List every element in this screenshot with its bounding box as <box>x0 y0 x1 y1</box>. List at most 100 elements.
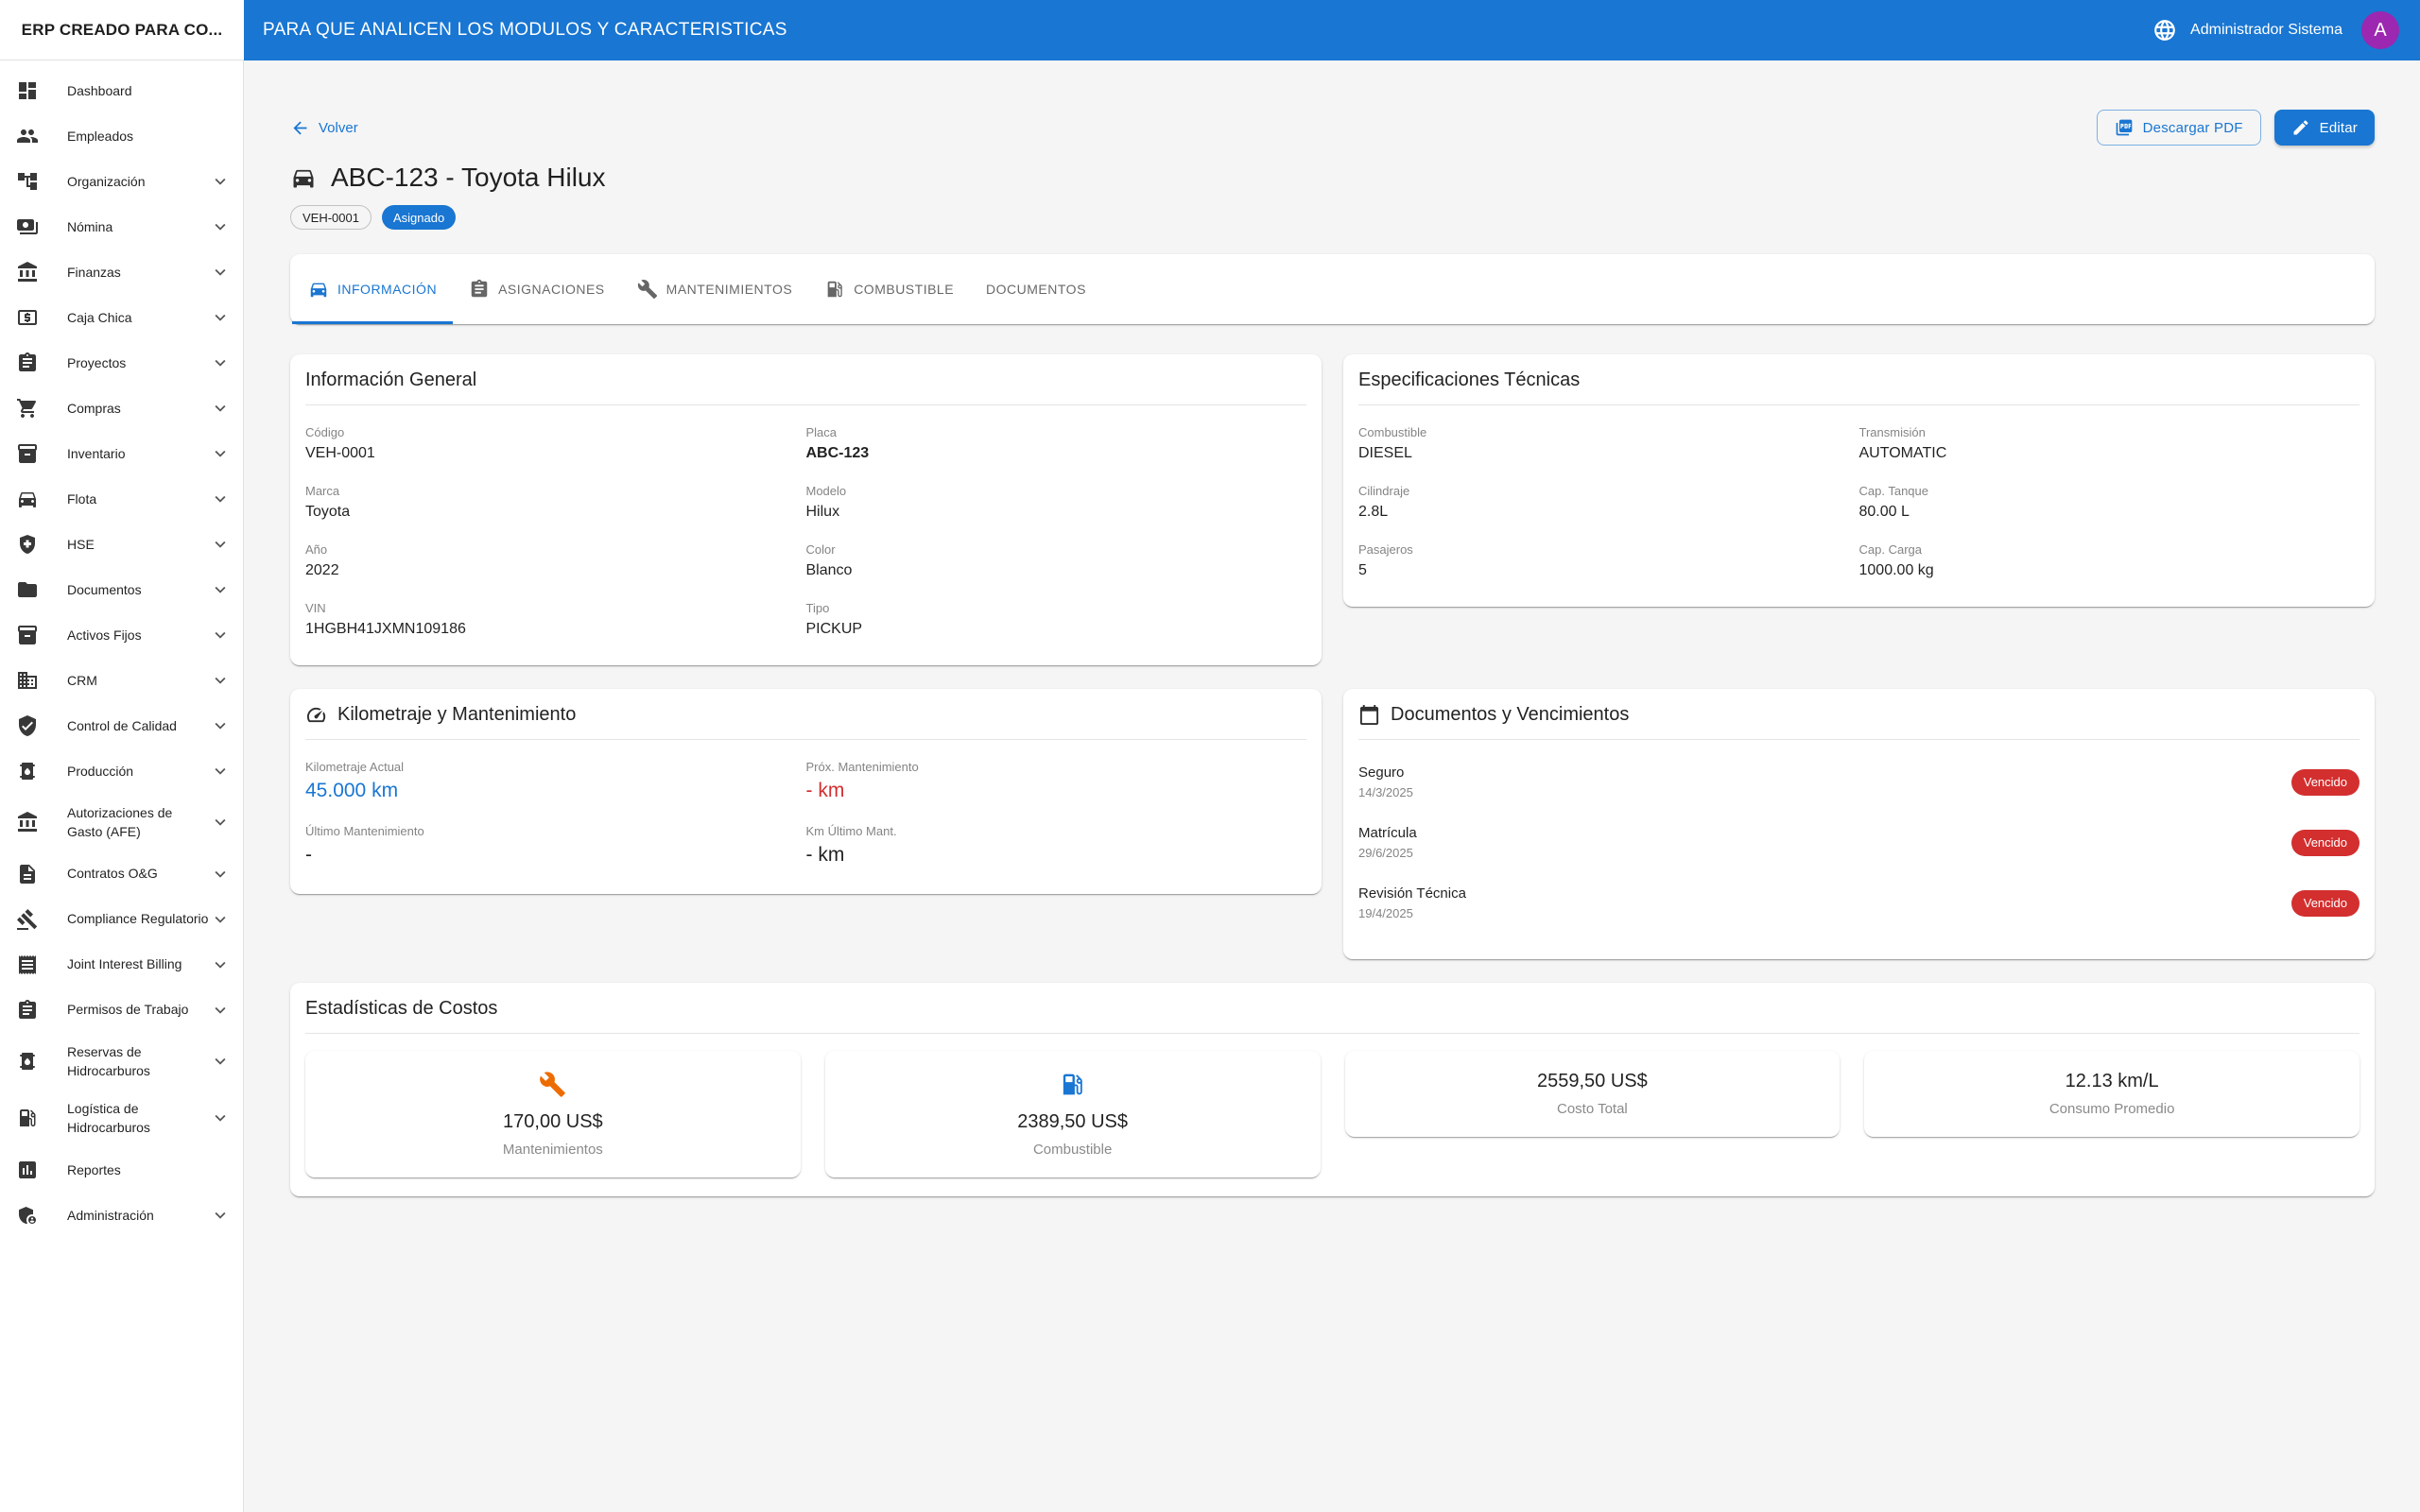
sidebar-item-reportes[interactable]: Reportes <box>0 1147 243 1193</box>
mileage-card: Kilometraje y Mantenimiento Kilometraje … <box>290 689 1322 894</box>
bank-icon <box>16 811 39 833</box>
field-label: Placa <box>806 425 1307 439</box>
field-label: VIN <box>305 601 806 615</box>
mileage-fields: Kilometraje Actual 45.000 km Próx. Mante… <box>290 740 1322 894</box>
card-header: Especificaciones Técnicas <box>1343 354 2375 404</box>
car-icon <box>290 164 317 191</box>
edit-pencil-icon <box>2291 118 2310 137</box>
building-icon <box>16 669 39 692</box>
chevron-down-icon <box>210 864 231 885</box>
appbar: PARA QUE ANALICEN LOS MODULOS Y CARACTER… <box>244 0 2420 60</box>
document-date: 14/3/2025 <box>1358 785 1413 799</box>
header-actions: Descargar PDF Editar <box>2097 110 2375 146</box>
document-name: Seguro <box>1358 765 1413 781</box>
chevron-down-icon <box>210 579 231 600</box>
appbar-right: Administrador Sistema A <box>2152 11 2399 49</box>
people-icon <box>16 125 39 147</box>
tab-documentos[interactable]: DOCUMENTOS <box>970 254 1102 324</box>
sidebar-item-proyectos[interactable]: Proyectos <box>0 340 243 386</box>
general-info-fields: Código VEH-0001 Placa ABC-123 Marca Toyo… <box>290 405 1322 665</box>
chevron-down-icon <box>210 812 231 833</box>
download-pdf-button[interactable]: Descargar PDF <box>2097 110 2261 146</box>
tab-mantenimientos[interactable]: MANTENIMIENTOS <box>621 254 809 324</box>
field-label: Pasajeros <box>1358 542 1859 557</box>
document-info: Matrícula 29/6/2025 <box>1358 825 1417 860</box>
chevron-down-icon <box>210 954 231 975</box>
field-anio: Año 2022 <box>305 542 806 579</box>
tab-combustible[interactable]: COMBUSTIBLE <box>808 254 970 324</box>
sidebar-item-flota[interactable]: Flota <box>0 476 243 522</box>
brand-title: ERP CREADO PARA CO... <box>22 21 223 40</box>
field-transmision: Transmisión AUTOMATIC <box>1859 425 2360 462</box>
app-brand: ERP CREADO PARA CO... <box>0 0 244 60</box>
sidebar-item-reservas[interactable]: Reservas de Hidrocarburos <box>0 1033 243 1091</box>
field-marca: Marca Toyota <box>305 484 806 521</box>
sidebar-item-permisos[interactable]: Permisos de Trabajo <box>0 988 243 1033</box>
field-km-actual: Kilometraje Actual 45.000 km <box>305 760 806 802</box>
chevron-down-icon <box>210 262 231 283</box>
calendar-icon <box>1358 704 1380 726</box>
sidebar-item-label: Producción <box>67 762 210 781</box>
field-label: Color <box>806 542 1307 557</box>
car-icon <box>308 279 329 300</box>
chevron-down-icon <box>210 489 231 509</box>
avatar[interactable]: A <box>2361 11 2399 49</box>
field-value: 45.000 km <box>305 780 806 802</box>
field-value: 1000.00 kg <box>1859 562 2360 579</box>
sidebar-item-nomina[interactable]: Nómina <box>0 204 243 249</box>
sidebar-item-control-calidad[interactable]: Control de Calidad <box>0 703 243 748</box>
org-tree-icon <box>16 170 39 193</box>
sidebar-item-inventario[interactable]: Inventario <box>0 431 243 476</box>
document-name: Matrícula <box>1358 825 1417 841</box>
tab-label: ASIGNACIONES <box>498 282 605 297</box>
sidebar-item-compliance[interactable]: Compliance Regulatorio <box>0 897 243 942</box>
tab-label: DOCUMENTOS <box>986 282 1086 297</box>
tab-informacion[interactable]: INFORMACIÓN <box>292 254 453 324</box>
clipboard-icon <box>16 999 39 1022</box>
field-label: Cilindraje <box>1358 484 1859 498</box>
sidebar-item-activos-fijos[interactable]: Activos Fijos <box>0 612 243 658</box>
sidebar-item-hse[interactable]: HSE <box>0 522 243 567</box>
sidebar-item-finanzas[interactable]: Finanzas <box>0 249 243 295</box>
expired-badge: Vencido <box>2291 830 2360 856</box>
field-vin: VIN 1HGBH41JXMN109186 <box>305 601 806 638</box>
field-modelo: Modelo Hilux <box>806 484 1307 521</box>
sidebar: Dashboard Empleados Organización Nómina … <box>0 60 244 1512</box>
stat-label: Combustible <box>838 1142 1307 1158</box>
sidebar-item-dashboard[interactable]: Dashboard <box>0 68 243 113</box>
field-label: Código <box>305 425 806 439</box>
card-title: Información General <box>305 369 476 391</box>
clipboard-icon <box>469 279 490 300</box>
field-label: Tipo <box>806 601 1307 615</box>
sidebar-item-organizacion[interactable]: Organización <box>0 159 243 204</box>
sidebar-item-contratos-og[interactable]: Contratos O&G <box>0 851 243 897</box>
document-info: Seguro 14/3/2025 <box>1358 765 1413 799</box>
sidebar-item-logistica[interactable]: Logística de Hidrocarburos <box>0 1090 243 1147</box>
sidebar-item-label: Nómina <box>67 217 210 236</box>
document-date: 19/4/2025 <box>1358 906 1466 920</box>
sidebar-item-empleados[interactable]: Empleados <box>0 113 243 159</box>
globe-icon[interactable] <box>2152 18 2177 43</box>
tab-asignaciones[interactable]: ASIGNACIONES <box>453 254 621 324</box>
fuel-pump-icon <box>1059 1071 1086 1098</box>
sidebar-item-documentos[interactable]: Documentos <box>0 567 243 612</box>
back-link[interactable]: Volver <box>290 118 358 138</box>
topbar: ERP CREADO PARA CO... PARA QUE ANALICEN … <box>0 0 2420 60</box>
sidebar-item-compras[interactable]: Compras <box>0 386 243 431</box>
field-value: - km <box>806 844 1307 867</box>
expired-badge: Vencido <box>2291 769 2360 796</box>
edit-button[interactable]: Editar <box>2274 110 2375 146</box>
field-value: 1HGBH41JXMN109186 <box>305 621 806 638</box>
stat-mantenimientos: 170,00 US$ Mantenimientos <box>305 1051 801 1177</box>
sidebar-item-administracion[interactable]: Administración <box>0 1193 243 1238</box>
documents-card: Documentos y Vencimientos Seguro 14/3/20… <box>1343 689 2375 959</box>
sidebar-item-produccion[interactable]: Producción <box>0 748 243 794</box>
sidebar-item-jib[interactable]: Joint Interest Billing <box>0 942 243 988</box>
inventory-icon <box>16 624 39 646</box>
sidebar-item-caja-chica[interactable]: Caja Chica <box>0 295 243 340</box>
sidebar-item-afe[interactable]: Autorizaciones de Gasto (AFE) <box>0 794 243 851</box>
sidebar-item-crm[interactable]: CRM <box>0 658 243 703</box>
general-info-card: Información General Código VEH-0001 Plac… <box>290 354 1322 665</box>
chevron-down-icon <box>210 398 231 419</box>
admin-icon <box>16 1204 39 1227</box>
